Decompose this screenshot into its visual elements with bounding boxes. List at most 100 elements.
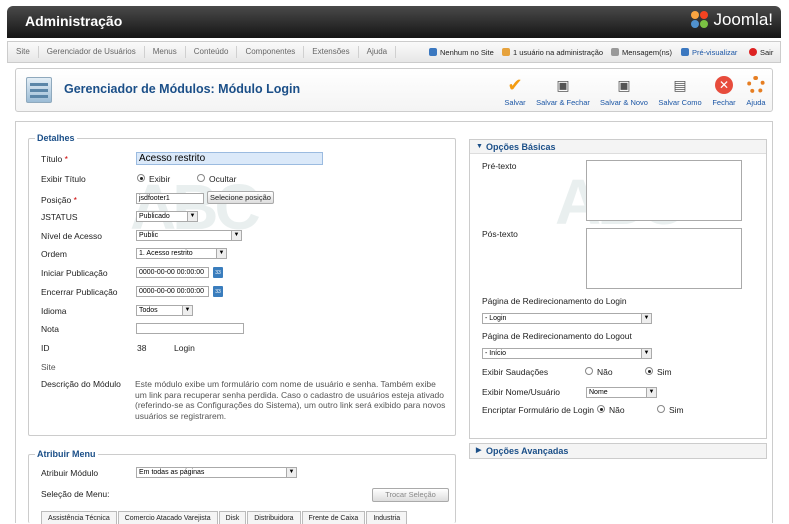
admin-header: Administração Joomla!: [7, 6, 781, 38]
floppy-plus-icon: ▣: [617, 76, 631, 93]
show-name-label: Exibir Nome/Usuário: [482, 387, 560, 397]
id-label: ID: [41, 343, 50, 353]
assign-module-select[interactable]: Em todas as páginas ▼: [136, 467, 297, 478]
chevron-down-icon: ▼: [286, 468, 296, 477]
menu-tabs: Assistência Técnica Comercio Atacado Var…: [41, 511, 408, 524]
no-site-status: Nenhum no Site: [429, 42, 494, 62]
pretext-textarea[interactable]: [586, 160, 742, 221]
checkmark-icon: ✔: [507, 74, 523, 95]
encrypt-radio-yes[interactable]: [657, 405, 665, 413]
triangle-right-icon: ▶: [476, 447, 482, 454]
site-label: Site: [41, 362, 56, 372]
greeting-no-label: Não: [597, 367, 613, 377]
tab-frente-de-caixa[interactable]: Frente de Caixa: [301, 511, 366, 524]
menu-extensions[interactable]: Extensões: [304, 46, 359, 58]
triangle-down-icon: ▼: [476, 143, 483, 150]
toggle-selection-button[interactable]: Trocar Seleção: [372, 488, 449, 502]
logout-link[interactable]: Sair: [749, 42, 773, 62]
floppy-icon: ▣: [556, 76, 570, 93]
logout-icon: [749, 48, 757, 56]
menu-menus[interactable]: Menus: [145, 46, 186, 58]
tab-comercio-atacado-varejista[interactable]: Comercio Atacado Varejista: [117, 511, 218, 524]
preview-link[interactable]: Pré-visualizar: [681, 42, 737, 62]
user-icon: [502, 48, 510, 56]
chevron-down-icon: ▼: [646, 388, 656, 397]
menu-site[interactable]: Site: [8, 46, 39, 58]
joomla-logo-text: Joomla!: [713, 10, 773, 29]
end-publish-input[interactable]: 0000-00-00 00:00:00: [136, 286, 209, 297]
tab-disk[interactable]: Disk: [218, 511, 247, 524]
pretext-label: Pré-texto: [482, 161, 517, 171]
menu-components[interactable]: Componentes: [237, 46, 305, 58]
show-title-yes-label: Exibir: [149, 174, 171, 184]
posttext-textarea[interactable]: [586, 228, 742, 289]
title-input[interactable]: Acesso restrito: [136, 152, 323, 165]
description-text: Este módulo exibe um formulário com nome…: [135, 379, 446, 421]
assign-module-label: Atribuir Módulo: [41, 468, 99, 478]
toolbar: Gerenciador de Módulos: Módulo Login ✔ Sa…: [15, 68, 773, 112]
chevron-down-icon: ▼: [231, 231, 241, 240]
logout-redirect-select[interactable]: - Início ▼: [482, 348, 652, 359]
chevron-down-icon: ▼: [216, 249, 226, 258]
language-select[interactable]: Todos ▼: [136, 305, 193, 316]
show-title-radio-no[interactable]: [197, 174, 205, 182]
status-label: JSTATUS: [41, 212, 78, 222]
show-title-radio-yes[interactable]: [137, 174, 145, 182]
tab-assistencia-tecnica[interactable]: Assistência Técnica: [41, 511, 117, 524]
mail-icon: [611, 48, 619, 56]
help-button[interactable]: Ajuda: [744, 75, 768, 107]
save-button[interactable]: ✔ Salvar: [501, 74, 529, 108]
login-redirect-select[interactable]: - Login ▼: [482, 313, 652, 324]
tab-distribuidora[interactable]: Distribuidora: [247, 511, 301, 524]
advanced-options-panel: ▶ Opções Avançadas: [469, 443, 767, 459]
select-position-button[interactable]: Selecione posição: [207, 191, 274, 204]
show-title-no-label: Ocultar: [209, 174, 237, 184]
close-button[interactable]: ✕ Fechar: [710, 75, 738, 107]
end-publish-label: Encerrar Publicação: [41, 287, 118, 297]
joomla-logo: Joomla!: [691, 10, 773, 30]
posttext-label: Pós-texto: [482, 229, 518, 239]
start-publish-input[interactable]: 0000-00-00 00:00:00: [136, 267, 209, 278]
show-name-select[interactable]: Nome ▼: [586, 387, 657, 398]
login-redirect-label: Página de Redirecionamento do Login: [482, 296, 627, 306]
greeting-radio-yes[interactable]: [645, 367, 653, 375]
chevron-down-icon: ▼: [182, 306, 192, 315]
page-title: Gerenciador de Módulos: Módulo Login: [64, 82, 301, 96]
messages-link[interactable]: Mensagem(ns): [611, 42, 672, 62]
show-title-label: Exibir Título: [41, 174, 86, 184]
order-select[interactable]: 1. Acesso restrito ▼: [136, 248, 227, 259]
order-label: Ordem: [41, 249, 67, 259]
access-select[interactable]: Public ▼: [136, 230, 242, 241]
save-new-button[interactable]: ▣ Salvar & Novo: [599, 75, 649, 108]
module-type: Login: [174, 343, 195, 353]
logout-redirect-label: Página de Redirecionamento do Logout: [482, 331, 632, 341]
encrypt-radio-no[interactable]: [597, 405, 605, 413]
note-input[interactable]: [136, 323, 244, 334]
close-icon: ✕: [714, 75, 734, 95]
admin-title: Administração: [25, 13, 123, 29]
position-input[interactable]: jsdfooter1: [136, 193, 204, 204]
basic-options-header[interactable]: ▼ Opções Básicas: [470, 140, 766, 154]
copy-icon: ▤: [673, 76, 687, 93]
calendar-icon[interactable]: 33: [213, 286, 223, 297]
save-close-button[interactable]: ▣ Salvar & Fechar: [535, 75, 591, 108]
assign-legend: Atribuir Menu: [37, 449, 96, 459]
access-label: Nível de Acesso: [41, 231, 102, 241]
menu-users[interactable]: Gerenciador de Usuários: [39, 46, 145, 58]
users-icon: [429, 48, 437, 56]
advanced-options-header[interactable]: ▶ Opções Avançadas: [470, 444, 766, 458]
greeting-radio-no[interactable]: [585, 367, 593, 375]
description-label: Descrição do Módulo: [41, 379, 121, 389]
tab-industria[interactable]: Industria: [366, 511, 408, 524]
chevron-down-icon: ▼: [641, 349, 651, 358]
joomla-mark-icon: [691, 11, 709, 29]
chevron-down-icon: ▼: [641, 314, 651, 323]
note-label: Nota: [41, 324, 59, 334]
calendar-icon[interactable]: 33: [213, 267, 223, 278]
menu-help[interactable]: Ajuda: [359, 46, 397, 58]
menu-content[interactable]: Conteúdo: [186, 46, 238, 58]
save-copy-button[interactable]: ▤ Salvar Como: [657, 75, 703, 108]
status-select[interactable]: Publicado ▼: [136, 211, 198, 222]
preview-icon: [681, 48, 689, 56]
admin-status: 1 usuário na administração: [502, 42, 603, 62]
